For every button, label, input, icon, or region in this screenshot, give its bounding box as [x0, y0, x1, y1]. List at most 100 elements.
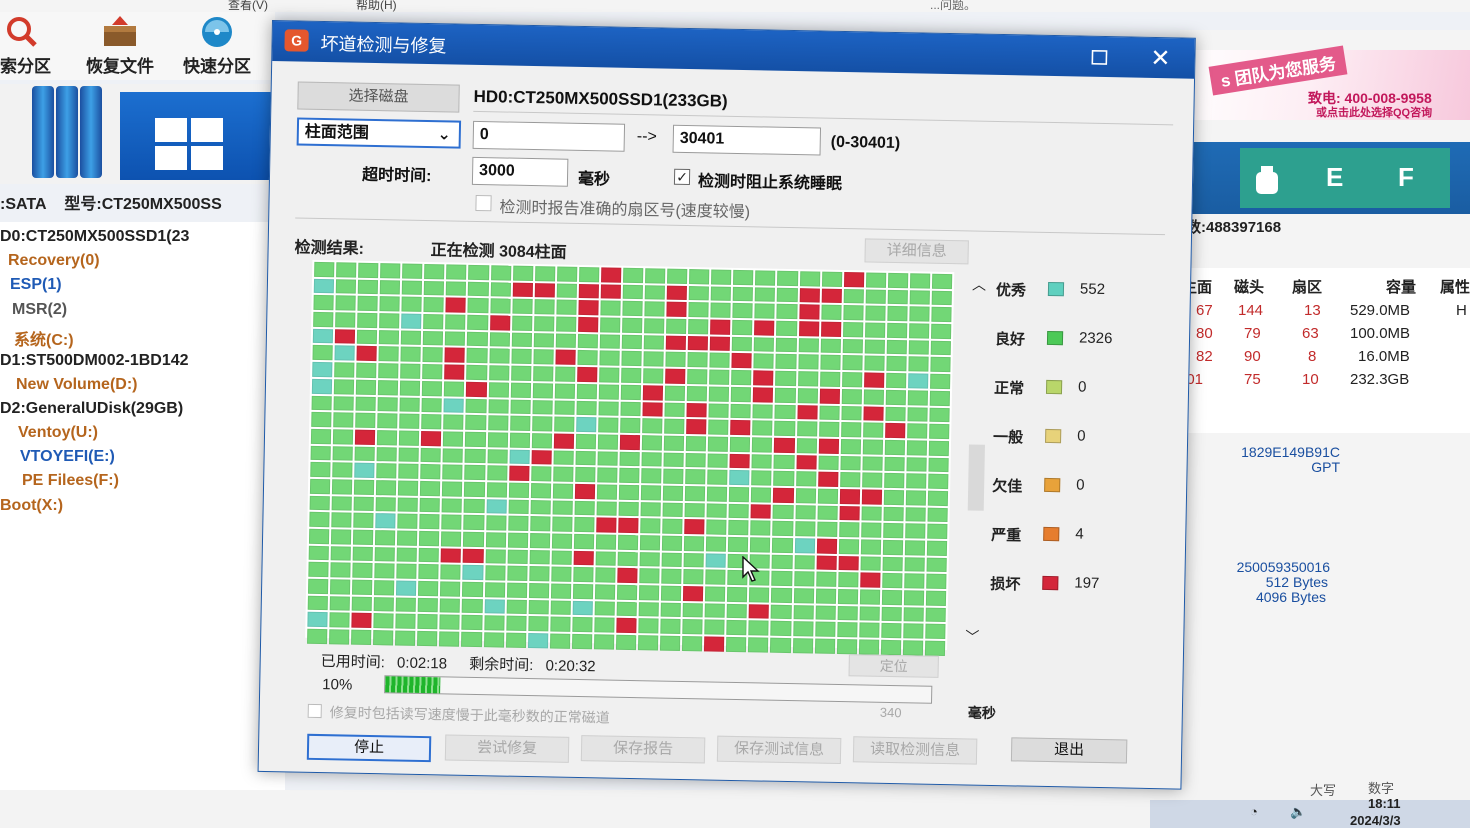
locate-button[interactable]: 定位 [848, 654, 939, 678]
fix-slow-checkbox[interactable] [307, 703, 322, 719]
sector-block [376, 446, 398, 462]
sector-block [331, 529, 352, 545]
tree-item[interactable]: D2:GeneralUDisk(29GB) [0, 400, 183, 418]
tree-item[interactable]: 系统(C:) [14, 326, 74, 350]
sector-block [726, 603, 748, 619]
tree-item[interactable]: MSR(2) [12, 301, 67, 319]
save-test-info-button[interactable]: 保存测试信息 [716, 735, 842, 765]
timeout-input[interactable]: 3000 [471, 156, 569, 187]
sector-block [709, 352, 730, 368]
sector-block [706, 519, 727, 535]
range-start-input[interactable]: 0 [472, 120, 626, 152]
sector-block [908, 323, 930, 339]
tree-item[interactable]: New Volume(D:) [16, 376, 137, 394]
tree-item[interactable]: ESP(1) [10, 276, 62, 294]
sector-block [600, 267, 622, 283]
tree-item[interactable]: VTOYEFI(E:) [20, 448, 115, 466]
sector-block [863, 372, 885, 388]
sector-block [708, 419, 729, 435]
sector-block [884, 439, 905, 455]
tree-item[interactable]: D0:CT250MX500SSD1(23 [0, 228, 189, 246]
clock-time[interactable]: 18:11 [1368, 796, 1401, 811]
scroll-down-icon[interactable]: ﹀ [965, 626, 979, 646]
maximize-button[interactable] [1077, 44, 1121, 71]
sector-block [506, 565, 528, 582]
dialog-titlebar[interactable]: G 坏道检测与修复 ✕ [272, 21, 1195, 79]
try-fix-button[interactable]: 尝试修复 [444, 734, 570, 763]
sector-block [418, 547, 440, 563]
sector-block [462, 581, 483, 597]
load-test-info-button[interactable]: 读取检测信息 [852, 736, 978, 765]
prevent-sleep-checkbox[interactable]: ✓ [673, 168, 691, 186]
sector-block [903, 590, 925, 606]
sector-block [705, 553, 727, 569]
sector-block [424, 263, 445, 280]
exit-button[interactable]: 退出 [1010, 737, 1128, 764]
report-sector-checkbox[interactable] [475, 194, 492, 212]
sector-block [577, 350, 598, 366]
network-icon[interactable]: ◔ [1250, 804, 1258, 819]
bad-sector-dialog: G 坏道检测与修复 ✕ 选择磁盘 HD0:CT250MX500SSD1(233G… [257, 20, 1196, 790]
sector-block [881, 589, 903, 605]
tree-item[interactable]: Ventoy(U:) [18, 424, 98, 442]
sector-block [488, 365, 510, 381]
menu-help[interactable]: 帮助(H) [356, 0, 397, 13]
sector-block [310, 462, 331, 478]
sector-block [333, 412, 354, 428]
map-scrollbar[interactable]: ︿ ﹀ [961, 274, 990, 650]
sector-block [929, 390, 951, 406]
scroll-up-icon[interactable]: ︿ [972, 274, 986, 294]
details-button[interactable]: 详细信息 [864, 238, 969, 265]
sector-block [597, 450, 618, 466]
sector-block [795, 488, 816, 504]
close-button[interactable]: ✕ [1138, 44, 1183, 73]
column-header[interactable]: 容量 [1386, 276, 1416, 297]
range-mode-select[interactable]: 柱面范围 ⌄ [296, 117, 462, 149]
support-banner[interactable]: s 团队为您服务 致电: 400-008-9958 或点击此处选择QQ咨询 [1180, 45, 1470, 120]
sector-block [840, 422, 862, 438]
sector-block [931, 290, 952, 306]
search-partition-button[interactable]: 搜索分区 [0, 16, 62, 78]
sector-block [663, 435, 685, 451]
sector-block [794, 538, 815, 554]
save-report-button[interactable]: 保存报告 [580, 735, 706, 764]
scroll-thumb[interactable] [967, 444, 985, 511]
legend-swatch [1047, 281, 1065, 297]
sector-block [708, 402, 730, 419]
dialog-title: 坏道检测与修复 [320, 33, 447, 57]
column-header[interactable]: 磁头 [1234, 276, 1264, 297]
sector-block [754, 320, 775, 336]
sector-block [884, 423, 906, 439]
tree-item[interactable]: Recovery(0) [8, 252, 100, 270]
sector-block [816, 521, 838, 537]
sector-block [330, 579, 351, 595]
cell-sector: 8 [1308, 348, 1317, 365]
fix-slow-threshold[interactable]: 340 [880, 705, 902, 720]
recover-files-button[interactable]: 恢复文件 [75, 16, 165, 78]
stop-button[interactable]: 停止 [306, 733, 432, 763]
progress-bar [384, 675, 933, 704]
tree-item[interactable]: PE Filees(F:) [22, 472, 119, 490]
quick-partition-button[interactable]: 快速分区 [172, 16, 262, 78]
sector-block [575, 417, 597, 433]
sector-block [422, 347, 444, 363]
tree-item[interactable]: D1:ST500DM002-1BD142 [0, 352, 189, 370]
clock-date[interactable]: 2024/3/3 [1350, 813, 1401, 828]
banner-qq-link[interactable]: 或点击此处选择QQ咨询 [1316, 104, 1432, 120]
sector-block [530, 499, 551, 515]
volume-icon[interactable]: 🔈 [1290, 804, 1306, 820]
sector-block [863, 405, 884, 421]
sector-block [907, 373, 929, 389]
sector-block [774, 404, 796, 420]
select-disk-button[interactable]: 选择磁盘 [297, 81, 460, 113]
tree-item[interactable]: Boot(X:) [0, 497, 63, 515]
range-end-input[interactable]: 30401 [672, 124, 822, 156]
sector-block [929, 423, 950, 439]
sector-block [375, 513, 396, 529]
column-header[interactable]: 属性 [1440, 276, 1470, 297]
legend-swatch [1045, 379, 1063, 395]
physical-sector-size: 4096 Bytes [1255, 589, 1326, 605]
column-header[interactable]: 扇区 [1292, 276, 1322, 297]
sector-block [928, 440, 950, 456]
sector-block [799, 271, 820, 287]
